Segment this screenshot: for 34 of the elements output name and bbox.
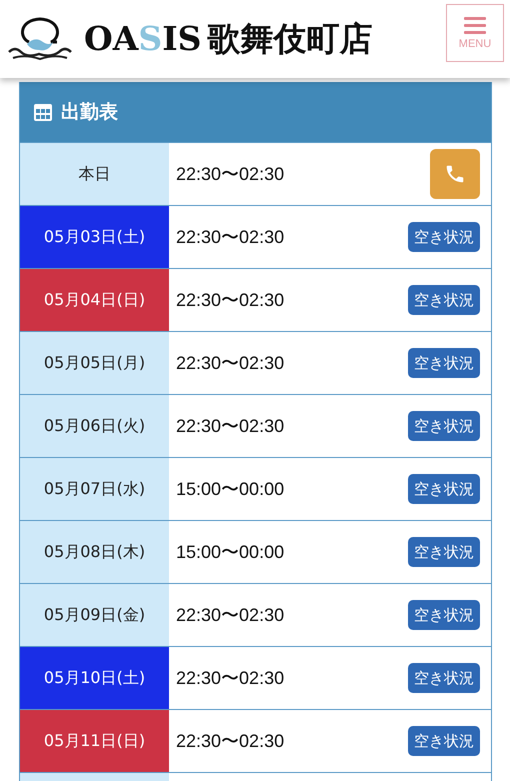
phone-button[interactable] [430,149,480,199]
logo-text: OASIS 歌舞伎町店 [84,18,374,60]
availability-button[interactable]: 空き状況 [408,411,480,441]
shift-time: 22:30〜02:30 [176,352,286,375]
date-cell: 05月06日(火) [20,395,169,457]
date-cell: 05月10日(土) [20,647,169,709]
schedule-title: 出勤表 [61,100,118,125]
availability-button[interactable]: 空き状況 [408,474,480,504]
availability-button[interactable]: 空き状況 [408,663,480,693]
availability-button[interactable]: 空き状況 [408,537,480,567]
calendar-icon [33,102,53,122]
shift-time: 15:00〜00:00 [176,541,286,564]
date-cell: 05月11日(日) [20,710,169,772]
shift-time: 15:00〜00:00 [176,478,286,501]
date-cell: 05月08日(木) [20,521,169,583]
availability-button[interactable]: 空き状況 [408,726,480,756]
date-cell: 05月04日(日) [20,269,169,331]
shift-time: 22:30〜02:30 [176,415,286,438]
availability-button[interactable]: 空き状況 [408,285,480,315]
shift-time: 22:30〜02:30 [176,226,286,249]
availability-button[interactable]: 空き状況 [408,222,480,252]
shift-time: 22:30〜02:30 [176,730,286,753]
date-cell: 本日 [20,143,169,205]
date-cell: 05月05日(月) [20,332,169,394]
shift-time: 22:30〜02:30 [176,667,286,690]
availability-button[interactable]: 空き状況 [408,600,480,630]
shift-time: 22:30〜02:30 [176,604,286,627]
date-cell: 05月03日(土) [20,206,169,268]
availability-button[interactable]: 空き状況 [408,348,480,378]
date-cell: 05月07日(水) [20,458,169,520]
phone-icon [444,163,466,185]
date-cell: 05月09日(金) [20,584,169,646]
shift-time: 22:30〜02:30 [176,163,286,186]
shift-time: 22:30〜02:30 [176,289,286,312]
